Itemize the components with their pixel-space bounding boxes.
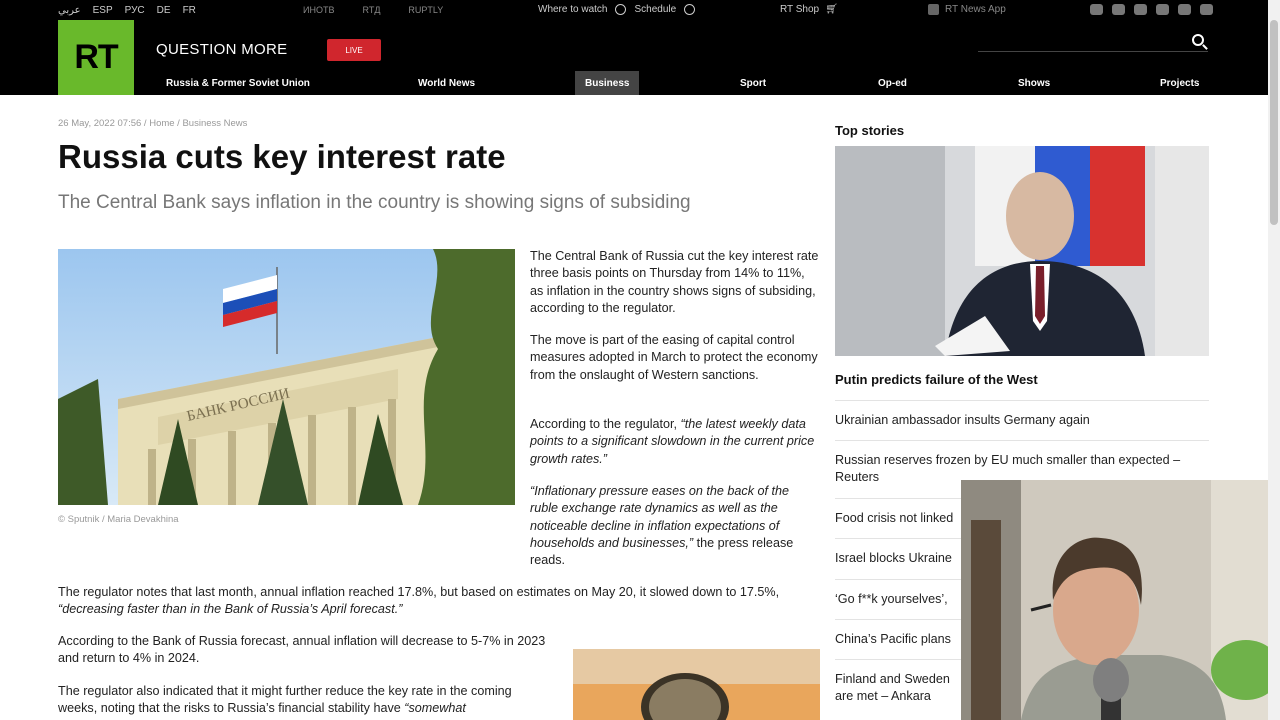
lang-fr[interactable]: FR (183, 5, 196, 16)
slogan: QUESTION MORE (156, 41, 288, 58)
paragraph-2: The move is part of the easing of capita… (530, 333, 818, 382)
brand-rtd[interactable]: RTД (362, 5, 380, 15)
brand-ruptly[interactable]: RUPTLY (408, 5, 443, 15)
top-stories-heading: Top stories (835, 123, 905, 138)
nav-business[interactable]: Business (575, 71, 640, 95)
breadcrumb-section[interactable]: Business News (182, 118, 247, 129)
paragraph-7: The regulator also indicated that it mig… (58, 683, 553, 718)
article-title: Russia cuts key interest rate (58, 138, 506, 175)
search-input[interactable] (978, 51, 1208, 52)
lang-ar[interactable]: عربي (58, 5, 81, 16)
lead-story-link[interactable]: Putin predicts failure of the West (835, 372, 1038, 387)
ruble-coin-image (573, 649, 820, 720)
paragraph-3: According to the regulator, “the latest … (530, 416, 820, 468)
lang-de[interactable]: DE (157, 5, 171, 16)
page-scrollbar[interactable] (1268, 0, 1280, 720)
article-date: 26 May, 2022 07:56 (58, 118, 142, 129)
shop-link[interactable]: RT Shop 🛒︎ (780, 4, 838, 15)
live-button[interactable]: LIVE (327, 39, 381, 61)
where-to-watch-link[interactable]: Where to watch (538, 4, 607, 15)
image-credit: © Sputnik / Maria Devakhina (58, 514, 179, 525)
paragraph-6: According to the Bank of Russia forecast… (58, 634, 546, 666)
news-app-label: RT News App (945, 4, 1006, 15)
play-icon (615, 4, 627, 15)
article-meta: 26 May, 2022 07:56 / Home / Business New… (58, 118, 248, 129)
lang-esp[interactable]: ESP (93, 5, 113, 16)
social-links (1090, 4, 1213, 15)
main-nav: Russia & Former Soviet Union World News … (0, 71, 1268, 95)
search-icon[interactable] (1192, 34, 1204, 46)
telegram-icon[interactable] (1090, 4, 1103, 15)
vk-icon[interactable] (1200, 4, 1213, 15)
facebook-icon[interactable] (1178, 4, 1191, 15)
sister-brands: ИНОТВ RTД RUPTLY (303, 5, 443, 15)
hero-image: БАНК РОССИИ (58, 249, 515, 505)
youtube-icon[interactable] (1156, 4, 1169, 15)
divider (835, 400, 1209, 401)
paragraph-4: “Inflationary pressure eases on the back… (530, 483, 820, 569)
site-header: RT QUESTION MORE LIVE Russia & Former So… (0, 20, 1268, 95)
breadcrumb-home[interactable]: Home (149, 118, 174, 129)
scrollbar-thumb[interactable] (1270, 20, 1278, 225)
paragraph-5-lead: The regulator notes that last month, ann… (58, 585, 780, 599)
watch-links: Where to watch Schedule (538, 4, 696, 15)
top-story-image[interactable] (835, 146, 1209, 356)
article-subtitle: The Central Bank says inflation in the c… (58, 192, 691, 213)
twitter-icon[interactable] (1134, 4, 1147, 15)
nav-projects[interactable]: Projects (1150, 71, 1209, 95)
divider (835, 440, 1209, 441)
nav-op-ed[interactable]: Op-ed (868, 71, 917, 95)
cart-icon: 🛒︎ (825, 4, 838, 15)
shop-label: RT Shop (780, 4, 820, 15)
language-switcher: عربي ESP РУС DE FR (58, 5, 196, 16)
nav-world-news[interactable]: World News (408, 71, 485, 95)
nav-sport[interactable]: Sport (730, 71, 776, 95)
clock-icon (684, 4, 696, 15)
news-app-link[interactable]: RT News App (928, 4, 1006, 15)
paragraph-7-quote: “somewhat (404, 701, 466, 716)
webcam-overlay (961, 480, 1280, 720)
paragraph-5: The regulator notes that last month, ann… (58, 584, 798, 619)
lang-rus[interactable]: РУС (125, 5, 145, 16)
story-link-1[interactable]: Ukrainian ambassador insults Germany aga… (835, 412, 1209, 429)
nav-shows[interactable]: Shows (1008, 71, 1060, 95)
schedule-link[interactable]: Schedule (634, 4, 676, 15)
rss-icon[interactable] (1112, 4, 1125, 15)
top-strip: عربي ESP РУС DE FR ИНОТВ RTД RUPTLY Wher… (0, 0, 1268, 20)
paragraph-5-quote: “decreasing faster than in the Bank of R… (58, 602, 403, 617)
app-icon (928, 4, 939, 15)
paragraph-3-lead: According to the regulator, (530, 417, 681, 431)
brand-inotv[interactable]: ИНОТВ (303, 5, 334, 15)
nav-russia[interactable]: Russia & Former Soviet Union (156, 71, 320, 95)
paragraph-1: The Central Bank of Russia cut the key i… (530, 249, 819, 315)
